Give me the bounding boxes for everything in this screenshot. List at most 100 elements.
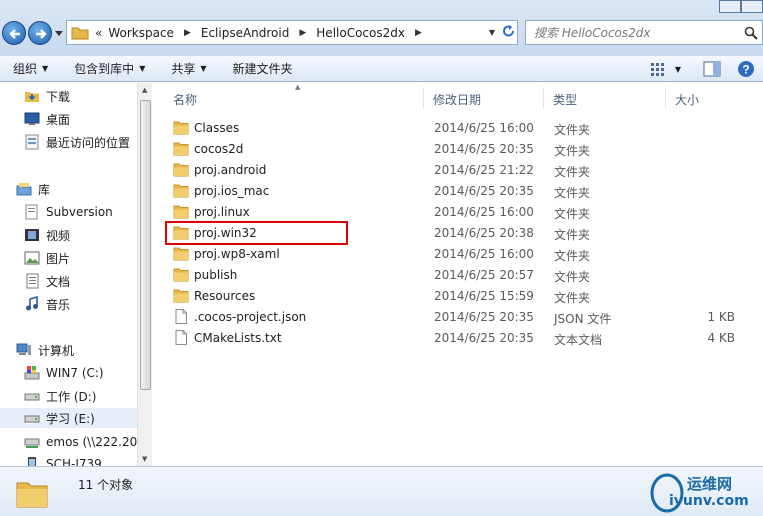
- scrollbar-thumb[interactable]: [140, 100, 151, 390]
- file-type: 文件夹: [554, 249, 591, 263]
- share-button[interactable]: 共享 ▼: [158, 60, 219, 77]
- nav-item-recent-places[interactable]: 最近访问的位置: [24, 132, 130, 152]
- subversion-library-icon: [24, 204, 40, 220]
- file-list[interactable]: ▲ 名称 修改日期 类型 大小 Classes 2014/6/25 16:00 文件…: [155, 83, 763, 466]
- address-history-dropdown-icon[interactable]: ▼: [489, 28, 495, 37]
- caret-down-icon: ▼: [200, 64, 207, 73]
- file-name: publish: [194, 268, 238, 282]
- nav-item-pictures[interactable]: 图片: [24, 248, 70, 268]
- nav-item-drive-d[interactable]: 工作 (D:): [24, 386, 96, 406]
- drive-icon: [24, 388, 40, 404]
- column-header-name[interactable]: 名称: [173, 89, 197, 109]
- nav-item-downloads[interactable]: 下载: [24, 86, 70, 106]
- file-row[interactable]: Classes 2014/6/25 16:00 文件夹: [169, 117, 749, 138]
- arrow-right-icon: [36, 29, 47, 39]
- column-divider[interactable]: [423, 87, 424, 109]
- address-bar[interactable]: « Workspace ▶ EclipseAndroid ▶ HelloCoco…: [66, 20, 518, 45]
- folder-icon: [173, 246, 189, 261]
- view-options-icon[interactable]: [650, 62, 667, 76]
- nav-item-drive-e[interactable]: 学习 (E:): [0, 408, 140, 428]
- nav-item-label: SCH-I739: [46, 457, 102, 466]
- file-row[interactable]: CMakeLists.txt 2014/6/25 20:35 文本文档 4 KB: [169, 327, 749, 348]
- navigation-pane[interactable]: 下载 桌面 最近访问的位置 库 Subversion 视频 图片 文档 音乐 计…: [0, 83, 152, 466]
- recent-pages-dropdown-icon[interactable]: [55, 29, 63, 37]
- file-row[interactable]: proj.ios_mac 2014/6/25 20:35 文件夹: [169, 180, 749, 201]
- highlight-box: [165, 221, 348, 245]
- scroll-up-icon[interactable]: ▲: [142, 86, 147, 94]
- refresh-icon[interactable]: [502, 23, 516, 41]
- file-name: proj.android: [194, 163, 267, 177]
- file-name: proj.ios_mac: [194, 184, 270, 198]
- file-date: 2014/6/25 20:35: [434, 331, 534, 345]
- drive-icon: [24, 410, 40, 426]
- file-date: 2014/6/25 16:00: [434, 121, 534, 135]
- column-divider[interactable]: [665, 87, 666, 109]
- include-in-library-label: 包含到库中: [74, 62, 135, 76]
- include-in-library-button[interactable]: 包含到库中 ▼: [61, 60, 158, 77]
- new-folder-button[interactable]: 新建文件夹: [220, 60, 306, 77]
- breadcrumb-workspace[interactable]: Workspace: [108, 26, 174, 40]
- help-icon[interactable]: ?: [737, 60, 755, 78]
- chevron-right-icon[interactable]: ▶: [299, 28, 306, 38]
- minimize-button[interactable]: [719, 0, 741, 13]
- column-header-size[interactable]: 大小: [675, 89, 699, 109]
- file-name: Classes: [194, 121, 240, 135]
- nav-item-label: 库: [38, 182, 51, 197]
- share-label: 共享: [171, 62, 196, 76]
- search-icon[interactable]: [744, 26, 758, 40]
- library-icon: [16, 181, 32, 197]
- organize-button[interactable]: 组织 ▼: [0, 60, 61, 77]
- nav-item-music[interactable]: 音乐: [24, 294, 70, 314]
- column-header-type[interactable]: 类型: [553, 89, 577, 109]
- chevron-right-icon[interactable]: ▶: [415, 28, 422, 38]
- preview-pane-icon[interactable]: [703, 61, 721, 77]
- nav-item-documents[interactable]: 文档: [24, 271, 70, 291]
- folder-icon: [173, 204, 189, 219]
- file-row[interactable]: .cocos-project.json 2014/6/25 20:35 JSON 文…: [169, 306, 749, 327]
- file-date: 2014/6/25 20:57: [434, 268, 534, 282]
- nav-item-label: 最近访问的位置: [46, 135, 131, 150]
- nav-item-computer[interactable]: 计算机: [16, 340, 74, 360]
- file-type: 文件夹: [554, 144, 591, 158]
- organize-label: 组织: [13, 62, 38, 76]
- file-type: 文件夹: [554, 123, 591, 137]
- nav-scrollbar[interactable]: ▲ ▼: [137, 83, 152, 466]
- file-row[interactable]: cocos2d 2014/6/25 20:35 文件夹: [169, 138, 749, 159]
- nav-item-label: 音乐: [46, 297, 71, 312]
- view-dropdown-icon[interactable]: ▼: [675, 65, 681, 74]
- search-input[interactable]: 搜索 HelloCocos2dx: [525, 20, 763, 45]
- overflow-chevron-icon[interactable]: «: [95, 26, 102, 40]
- breadcrumb-eclipseandroid[interactable]: EclipseAndroid: [201, 26, 290, 40]
- file-date: 2014/6/25 20:38: [434, 226, 534, 240]
- nav-item-label: 图片: [46, 251, 71, 266]
- file-name: cocos2d: [194, 142, 244, 156]
- nav-item-subversion[interactable]: Subversion: [24, 202, 113, 222]
- search-placeholder: 搜索 HelloCocos2dx: [534, 26, 651, 40]
- chevron-right-icon[interactable]: ▶: [184, 28, 191, 38]
- nav-item-device[interactable]: SCH-I739: [24, 454, 102, 466]
- nav-item-drive-c[interactable]: WIN7 (C:): [24, 363, 104, 383]
- nav-item-network-drive[interactable]: emos (\\222.20: [24, 432, 137, 452]
- breadcrumb-hellococos2dx[interactable]: HelloCocos2dx: [316, 26, 405, 40]
- file-date: 2014/6/25 20:35: [434, 310, 534, 324]
- file-type: 文件夹: [554, 291, 591, 305]
- nav-item-videos[interactable]: 视频: [24, 225, 70, 245]
- file-row[interactable]: publish 2014/6/25 20:57 文件夹: [169, 264, 749, 285]
- file-name: Resources: [194, 289, 256, 303]
- video-library-icon: [24, 227, 40, 243]
- file-row[interactable]: Resources 2014/6/25 15:59 文件夹: [169, 285, 749, 306]
- computer-icon: [16, 342, 32, 358]
- file-row[interactable]: proj.wp8-xaml 2014/6/25 16:00 文件夹: [169, 243, 749, 264]
- column-header-date[interactable]: 修改日期: [433, 89, 481, 109]
- column-divider[interactable]: [543, 87, 544, 109]
- nav-item-desktop[interactable]: 桌面: [24, 109, 70, 129]
- folder-icon: [173, 141, 189, 156]
- scroll-down-icon[interactable]: ▼: [142, 455, 147, 463]
- file-row[interactable]: proj.linux 2014/6/25 16:00 文件夹: [169, 201, 749, 222]
- sort-ascending-icon: ▲: [295, 83, 301, 91]
- forward-button[interactable]: [28, 21, 52, 45]
- back-button[interactable]: [2, 21, 26, 45]
- nav-item-libraries[interactable]: 库: [16, 179, 50, 199]
- maximize-button[interactable]: [741, 0, 763, 13]
- file-row[interactable]: proj.android 2014/6/25 21:22 文件夹: [169, 159, 749, 180]
